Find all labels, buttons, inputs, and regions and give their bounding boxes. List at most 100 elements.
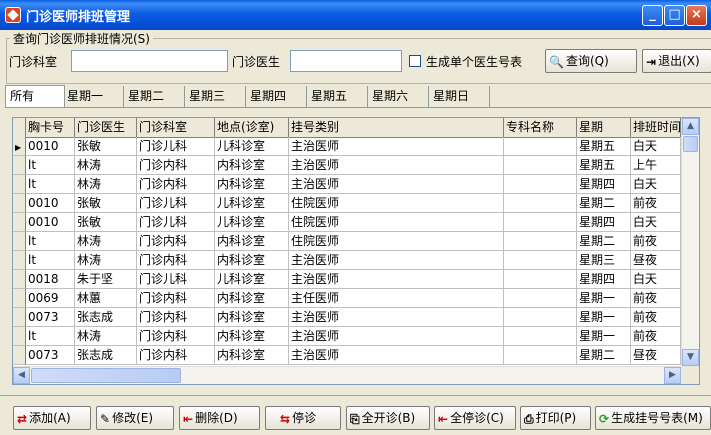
- row-indicator[interactable]: [13, 289, 26, 308]
- cell-room[interactable]: 内科诊室: [215, 175, 289, 194]
- horizontal-scroll-thumb[interactable]: [31, 368, 181, 383]
- cell-specialty[interactable]: [504, 175, 577, 194]
- cell-specialty[interactable]: [504, 308, 577, 327]
- table-row[interactable]: lt 林涛 门诊内科 内科诊室 主治医师 星期一 前夜: [13, 327, 681, 346]
- cell-card[interactable]: 0018: [26, 270, 75, 289]
- horizontal-scrollbar[interactable]: ◀ ▶: [13, 366, 681, 384]
- cell-category[interactable]: 住院医师: [289, 194, 504, 213]
- cell-specialty[interactable]: [504, 232, 577, 251]
- cell-category[interactable]: 主治医师: [289, 175, 504, 194]
- cell-shift[interactable]: 上午: [631, 156, 681, 175]
- tab-sunday[interactable]: 星期日: [429, 86, 490, 107]
- cell-shift[interactable]: 前夜: [631, 194, 681, 213]
- table-row[interactable]: ▶ 0010 张敏 门诊儿科 儿科诊室 主治医师 星期五 白天: [13, 137, 681, 156]
- cell-room[interactable]: 内科诊室: [215, 308, 289, 327]
- cell-room[interactable]: 儿科诊室: [215, 213, 289, 232]
- dept-input[interactable]: [71, 50, 228, 72]
- row-indicator[interactable]: [13, 251, 26, 270]
- table-row[interactable]: lt 林涛 门诊内科 内科诊室 住院医师 星期二 前夜: [13, 232, 681, 251]
- tab-wednesday[interactable]: 星期三: [185, 86, 246, 107]
- cell-shift[interactable]: 昼夜: [631, 251, 681, 270]
- cell-doctor[interactable]: 林涛: [75, 327, 137, 346]
- cell-dept[interactable]: 门诊内科: [137, 327, 215, 346]
- cell-doctor[interactable]: 张敏: [75, 194, 137, 213]
- cell-shift[interactable]: 白天: [631, 213, 681, 232]
- cell-dept[interactable]: 门诊内科: [137, 156, 215, 175]
- table-row[interactable]: 0010 张敏 门诊儿科 儿科诊室 住院医师 星期四 白天: [13, 213, 681, 232]
- col-header-category[interactable]: 挂号类别: [289, 118, 504, 137]
- cell-dept[interactable]: 门诊内科: [137, 175, 215, 194]
- query-button[interactable]: 🔍 查询(Q): [545, 49, 637, 73]
- cell-shift[interactable]: 白天: [631, 175, 681, 194]
- cell-room[interactable]: 内科诊室: [215, 289, 289, 308]
- row-indicator[interactable]: [13, 175, 26, 194]
- cell-card[interactable]: 0073: [26, 308, 75, 327]
- cell-doctor[interactable]: 张志成: [75, 346, 137, 365]
- cell-shift[interactable]: 白天: [631, 137, 681, 156]
- table-row[interactable]: lt 林涛 门诊内科 内科诊室 主治医师 星期五 上午: [13, 156, 681, 175]
- col-header-card[interactable]: 胸卡号: [26, 118, 75, 137]
- tab-all[interactable]: 所有: [5, 85, 65, 108]
- scroll-down-button[interactable]: ▼: [682, 349, 699, 366]
- cell-dept[interactable]: 门诊儿科: [137, 270, 215, 289]
- open-all-button[interactable]: ⎘ 全开诊(B): [346, 406, 430, 430]
- row-indicator[interactable]: [13, 213, 26, 232]
- vertical-scrollbar[interactable]: ▲ ▼: [681, 118, 699, 366]
- cell-category[interactable]: 住院医师: [289, 213, 504, 232]
- cell-doctor[interactable]: 林涛: [75, 251, 137, 270]
- cell-card[interactable]: lt: [26, 232, 75, 251]
- cell-category[interactable]: 主治医师: [289, 308, 504, 327]
- tab-friday[interactable]: 星期五: [307, 86, 368, 107]
- row-indicator[interactable]: [13, 308, 26, 327]
- cell-shift[interactable]: 前夜: [631, 308, 681, 327]
- exit-button[interactable]: ⇥ 退出(X): [642, 49, 711, 73]
- cell-dept[interactable]: 门诊内科: [137, 251, 215, 270]
- row-indicator[interactable]: ▶: [13, 137, 26, 156]
- cell-specialty[interactable]: [504, 137, 577, 156]
- cell-category[interactable]: 住院医师: [289, 232, 504, 251]
- cell-specialty[interactable]: [504, 213, 577, 232]
- schedule-grid[interactable]: 胸卡号 门诊医生 门诊科室 地点(诊室) 挂号类别 专科名称 星期 排班时间 ▶…: [12, 117, 700, 385]
- tab-thursday[interactable]: 星期四: [246, 86, 307, 107]
- cell-category[interactable]: 主治医师: [289, 251, 504, 270]
- cell-doctor[interactable]: 张敏: [75, 137, 137, 156]
- cell-dept[interactable]: 门诊内科: [137, 289, 215, 308]
- cell-doctor[interactable]: 林涛: [75, 232, 137, 251]
- cell-card[interactable]: 0010: [26, 213, 75, 232]
- stop-all-button[interactable]: ⇤ 全停诊(C): [434, 406, 516, 430]
- maximize-button[interactable]: □: [664, 5, 685, 26]
- cell-doctor[interactable]: 张志成: [75, 308, 137, 327]
- col-header-room[interactable]: 地点(诊室): [215, 118, 289, 137]
- cell-room[interactable]: 儿科诊室: [215, 270, 289, 289]
- cell-card[interactable]: lt: [26, 251, 75, 270]
- cell-dept[interactable]: 门诊儿科: [137, 137, 215, 156]
- cell-dept[interactable]: 门诊内科: [137, 308, 215, 327]
- table-row[interactable]: 0018 朱于坚 门诊儿科 儿科诊室 主治医师 星期四 白天: [13, 270, 681, 289]
- cell-doctor[interactable]: 林蕙: [75, 289, 137, 308]
- table-row[interactable]: 0073 张志成 门诊内科 内科诊室 主治医师 星期一 前夜: [13, 308, 681, 327]
- cell-room[interactable]: 内科诊室: [215, 232, 289, 251]
- cell-dept[interactable]: 门诊儿科: [137, 194, 215, 213]
- delete-button[interactable]: ⇤ 删除(D): [179, 406, 260, 430]
- cell-doctor[interactable]: 张敏: [75, 213, 137, 232]
- cell-dept[interactable]: 门诊内科: [137, 346, 215, 365]
- cell-room[interactable]: 内科诊室: [215, 251, 289, 270]
- cell-weekday[interactable]: 星期四: [577, 175, 631, 194]
- print-button[interactable]: ⎙ 打印(P): [520, 406, 591, 430]
- cell-shift[interactable]: 前夜: [631, 289, 681, 308]
- cell-card[interactable]: lt: [26, 175, 75, 194]
- cell-specialty[interactable]: [504, 194, 577, 213]
- generate-schedule-button[interactable]: ⟳ 生成挂号号表(M): [595, 406, 711, 430]
- cell-card[interactable]: 0073: [26, 346, 75, 365]
- cell-room[interactable]: 内科诊室: [215, 156, 289, 175]
- table-row[interactable]: lt 林涛 门诊内科 内科诊室 主治医师 星期四 白天: [13, 175, 681, 194]
- cell-card[interactable]: 0069: [26, 289, 75, 308]
- row-indicator[interactable]: [13, 232, 26, 251]
- cell-shift[interactable]: 前夜: [631, 327, 681, 346]
- cell-weekday[interactable]: 星期五: [577, 137, 631, 156]
- scroll-left-button[interactable]: ◀: [13, 367, 30, 384]
- cell-category[interactable]: 主治医师: [289, 327, 504, 346]
- table-row[interactable]: lt 林涛 门诊内科 内科诊室 主治医师 星期三 昼夜: [13, 251, 681, 270]
- cell-room[interactable]: 儿科诊室: [215, 137, 289, 156]
- cell-weekday[interactable]: 星期二: [577, 232, 631, 251]
